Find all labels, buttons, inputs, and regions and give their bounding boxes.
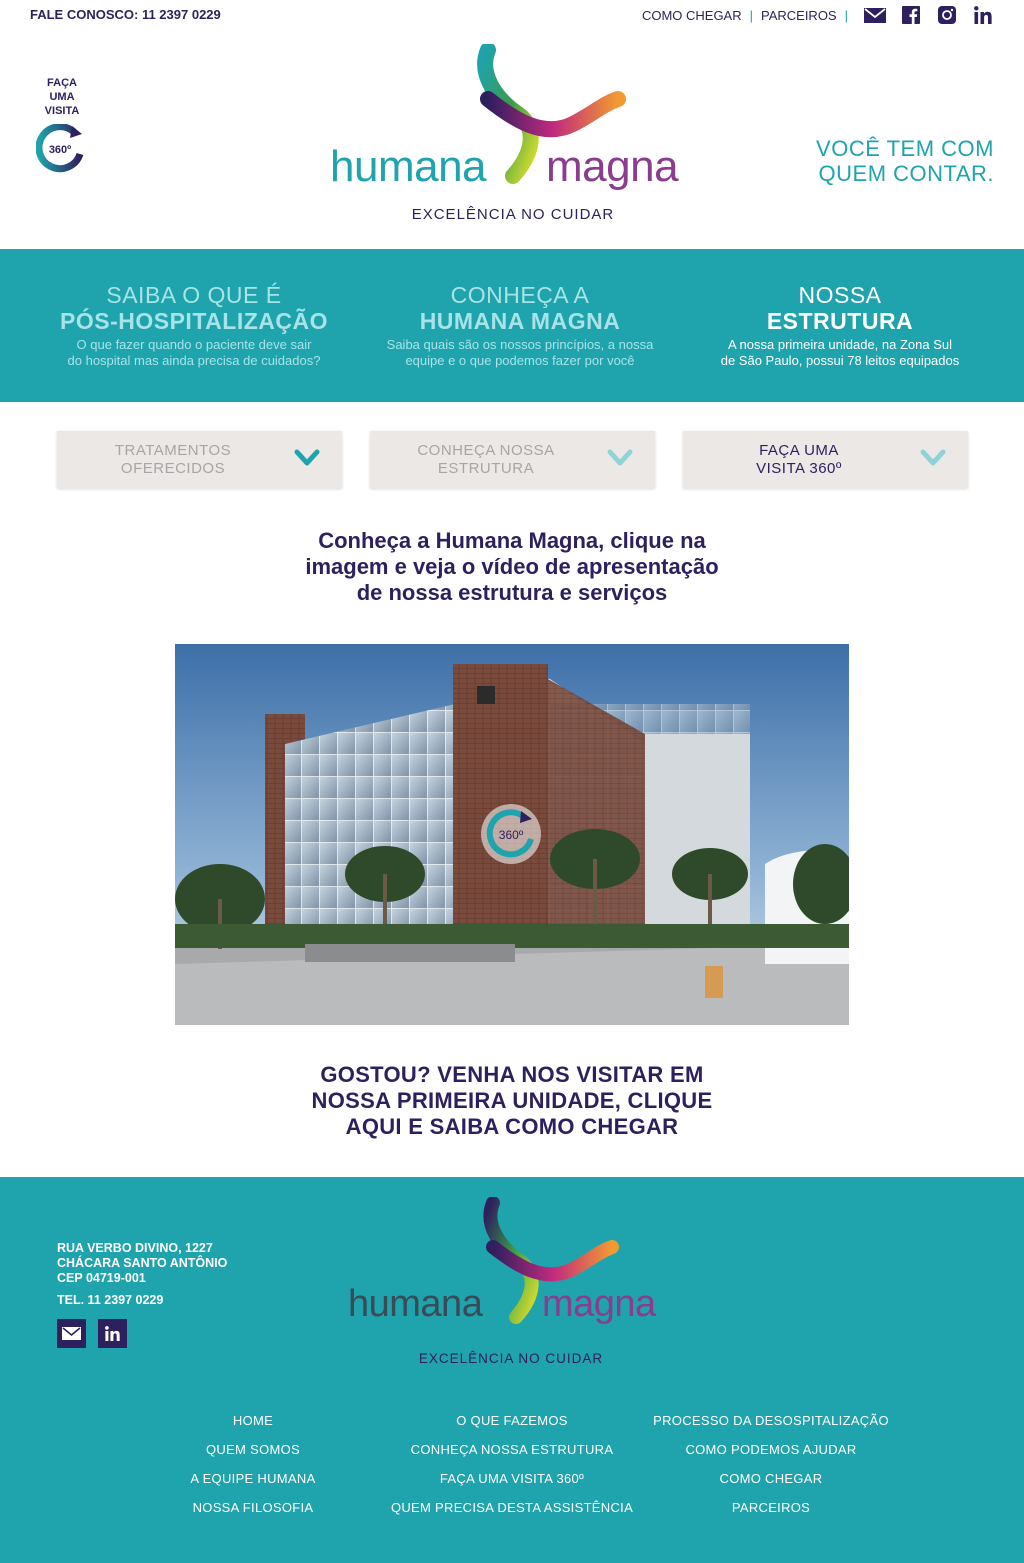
tab-label-line: VISITA 360º xyxy=(756,460,842,477)
cta-como-chegar[interactable]: GOSTOU? VENHA NOS VISITAR EM NOSSA PRIME… xyxy=(0,1062,1024,1140)
tab-conheca-nossa-estrutura[interactable]: CONHEÇA NOSSA ESTRUTURA xyxy=(370,431,655,488)
slogan: VOCÊ TEM COM QUEM CONTAR. xyxy=(816,136,994,186)
footer-link-processo-desospitalizacao[interactable]: PROCESSO DA DESOSPITALIZAÇÃO xyxy=(641,1406,901,1435)
chevron-down-icon xyxy=(920,449,946,466)
footer-link-nossa-filosofia[interactable]: NOSSA FILOSOFIA xyxy=(123,1493,383,1522)
feature-desc-line: do hospital mas ainda precisa de cuidado… xyxy=(67,353,321,368)
footer-nav-col1: HOME QUEM SOMOS A EQUIPE HUMANA NOSSA FI… xyxy=(123,1406,383,1522)
cta-line: GOSTOU? VENHA NOS VISITAR EM xyxy=(320,1062,704,1087)
tab-label-line: FAÇA UMA xyxy=(759,442,839,459)
feature-desc-line: A nossa primeira unidade, na Zona Sul xyxy=(727,337,953,352)
feature-desc-line: de São Paulo, possui 78 leitos equipados xyxy=(720,353,960,368)
footer-link-visita-360[interactable]: FAÇA UMA VISITA 360º xyxy=(382,1464,642,1493)
play-360-label: 360º xyxy=(499,828,524,842)
feature-desc: Saiba quais são os nossos princípios, a … xyxy=(360,337,680,369)
separator: | xyxy=(844,7,848,23)
footer-link-equipe-humana[interactable]: A EQUIPE HUMANA xyxy=(123,1464,383,1493)
logo-tagline: EXCELÊNCIA NO CUIDAR xyxy=(411,206,615,223)
feature-title-line: NOSSA xyxy=(798,282,882,308)
feature-title-line: CONHEÇA A xyxy=(450,282,590,308)
building-video-thumbnail[interactable]: 360º xyxy=(175,644,849,1025)
cta-line: NOSSA PRIMEIRA UNIDADE, CLIQUE xyxy=(311,1088,713,1113)
logo-word-humana: humana xyxy=(330,142,487,191)
address-line: CHÁCARA SANTO ANTÔNIO xyxy=(57,1256,228,1270)
tab-tratamentos-oferecidos[interactable]: TRATAMENTOS OFERECIDOS xyxy=(57,431,342,488)
separator: | xyxy=(749,7,753,23)
feature-title-strong: PÓS-HOSPITALIZAÇÃO xyxy=(60,308,328,334)
logo-word-magna: magna xyxy=(542,1283,656,1325)
footer-brand-logo[interactable]: humana magna EXCELÊNCIA NO CUIDAR xyxy=(346,1197,686,1366)
footer-email-icon[interactable] xyxy=(57,1319,86,1348)
footer-link-o-que-fazemos[interactable]: O QUE FAZEMOS xyxy=(382,1406,642,1435)
instagram-icon[interactable] xyxy=(936,5,958,25)
top-links: COMO CHEGAR | PARCEIROS | xyxy=(642,5,994,25)
chevron-down-icon xyxy=(607,449,633,466)
logo-word-magna: magna xyxy=(546,142,679,191)
feature-title-line: SAIBA O QUE É xyxy=(106,282,282,308)
feature-title-strong: ESTRUTURA xyxy=(766,308,914,334)
intro-line: imagem e veja o vídeo de apresentação xyxy=(305,554,719,579)
visit-360-link[interactable]: FAÇA UMA VISITA 360º xyxy=(35,76,88,178)
feature-nossa-estrutura[interactable]: NOSSA ESTRUTURA A nossa primeira unidade… xyxy=(680,282,1000,369)
footer-link-como-chegar[interactable]: COMO CHEGAR xyxy=(641,1464,901,1493)
contact-phone: FALE CONOSCO: 11 2397 0229 xyxy=(30,7,221,22)
feature-title-strong: HUMANA MAGNA xyxy=(419,308,621,334)
footer-link-parceiros[interactable]: PARCEIROS xyxy=(641,1493,901,1522)
footer-linkedin-icon[interactable] xyxy=(98,1319,127,1348)
facebook-icon[interactable] xyxy=(900,5,922,25)
brand-logo[interactable]: humana magna EXCELÊNCIA NO CUIDAR xyxy=(328,44,698,223)
feature-desc: O que fazer quando o paciente deve sair … xyxy=(34,337,354,369)
linkedin-icon[interactable] xyxy=(972,5,994,25)
slogan-line: QUEM CONTAR. xyxy=(818,161,994,186)
play-360-icon[interactable]: 360º xyxy=(478,801,544,867)
logo-tagline: EXCELÊNCIA NO CUIDAR xyxy=(418,1351,604,1366)
feature-desc: A nossa primeira unidade, na Zona Sul de… xyxy=(680,337,1000,369)
intro-text: Conheça a Humana Magna, clique na imagem… xyxy=(0,528,1024,606)
intro-line: Conheça a Humana Magna, clique na xyxy=(318,528,706,553)
top-link-parceiros[interactable]: PARCEIROS xyxy=(761,8,837,23)
tab-label: CONHEÇA NOSSA ESTRUTURA xyxy=(370,442,602,478)
footer-address: RUA VERBO DIVINO, 1227 CHÁCARA SANTO ANT… xyxy=(57,1241,227,1308)
tab-label-line: OFERECIDOS xyxy=(120,460,226,477)
top-link-como-chegar[interactable]: COMO CHEGAR xyxy=(642,8,742,23)
feature-conheca-humana-magna[interactable]: CONHEÇA A HUMANA MAGNA Saiba quais são o… xyxy=(360,282,680,369)
tab-label-line: ESTRUTURA xyxy=(437,460,535,477)
feature-desc-line: O que fazer quando o paciente deve sair xyxy=(76,337,312,352)
feature-band: SAIBA O QUE É PÓS-HOSPITALIZAÇÃO O que f… xyxy=(0,249,1024,402)
visit-label-line: VISITA xyxy=(44,105,80,117)
tab-label-line: TRATAMENTOS xyxy=(114,442,232,459)
footer-social xyxy=(57,1319,127,1348)
slogan-line: VOCÊ TEM COM xyxy=(816,136,994,161)
cta-line: AQUI E SAIBA COMO CHEGAR xyxy=(345,1114,679,1139)
footer-nav-col3: PROCESSO DA DESOSPITALIZAÇÃO COMO PODEMO… xyxy=(641,1406,901,1522)
feature-desc-line: Saiba quais são os nossos princípios, a … xyxy=(386,337,654,352)
rotate-360-icon: 360º xyxy=(35,123,88,178)
footer-link-como-podemos-ajudar[interactable]: COMO PODEMOS AJUDAR xyxy=(641,1435,901,1464)
header: FAÇA UMA VISITA 360º humana magna EXCELÊ… xyxy=(0,30,1024,249)
footer-nav-col2: O QUE FAZEMOS CONHEÇA NOSSA ESTRUTURA FA… xyxy=(382,1406,642,1522)
logo-word-humana: humana xyxy=(348,1283,483,1325)
tab-faca-uma-visita-360[interactable]: FAÇA UMA VISITA 360º xyxy=(683,431,968,488)
feature-pos-hospitalizacao[interactable]: SAIBA O QUE É PÓS-HOSPITALIZAÇÃO O que f… xyxy=(34,282,354,369)
footer-link-quem-precisa[interactable]: QUEM PRECISA DESTA ASSISTÊNCIA xyxy=(382,1493,642,1522)
footer-link-home[interactable]: HOME xyxy=(123,1406,383,1435)
chevron-down-icon xyxy=(294,449,320,466)
tab-label-line: CONHEÇA NOSSA xyxy=(417,442,555,459)
footer-link-conheca-estrutura[interactable]: CONHEÇA NOSSA ESTRUTURA xyxy=(382,1435,642,1464)
feature-desc-line: equipe e o que podemos fazer por você xyxy=(405,353,635,368)
footer: RUA VERBO DIVINO, 1227 CHÁCARA SANTO ANT… xyxy=(0,1177,1024,1563)
intro-line: de nossa estrutura e serviços xyxy=(356,580,668,605)
visit-badge: 360º xyxy=(49,144,71,156)
top-bar: FALE CONOSCO: 11 2397 0229 COMO CHEGAR |… xyxy=(0,0,1024,30)
address-line: CEP 04719-001 xyxy=(57,1271,146,1285)
tab-label: TRATAMENTOS OFERECIDOS xyxy=(57,442,289,478)
footer-link-quem-somos[interactable]: QUEM SOMOS xyxy=(123,1435,383,1464)
footer-tel: TEL. 11 2397 0229 xyxy=(57,1293,164,1307)
address-line: RUA VERBO DIVINO, 1227 xyxy=(57,1241,213,1255)
tab-label: FAÇA UMA VISITA 360º xyxy=(683,442,915,478)
visit-label-line: UMA xyxy=(49,91,75,103)
email-icon[interactable] xyxy=(864,5,886,25)
visit-label-line: FAÇA xyxy=(47,77,77,89)
